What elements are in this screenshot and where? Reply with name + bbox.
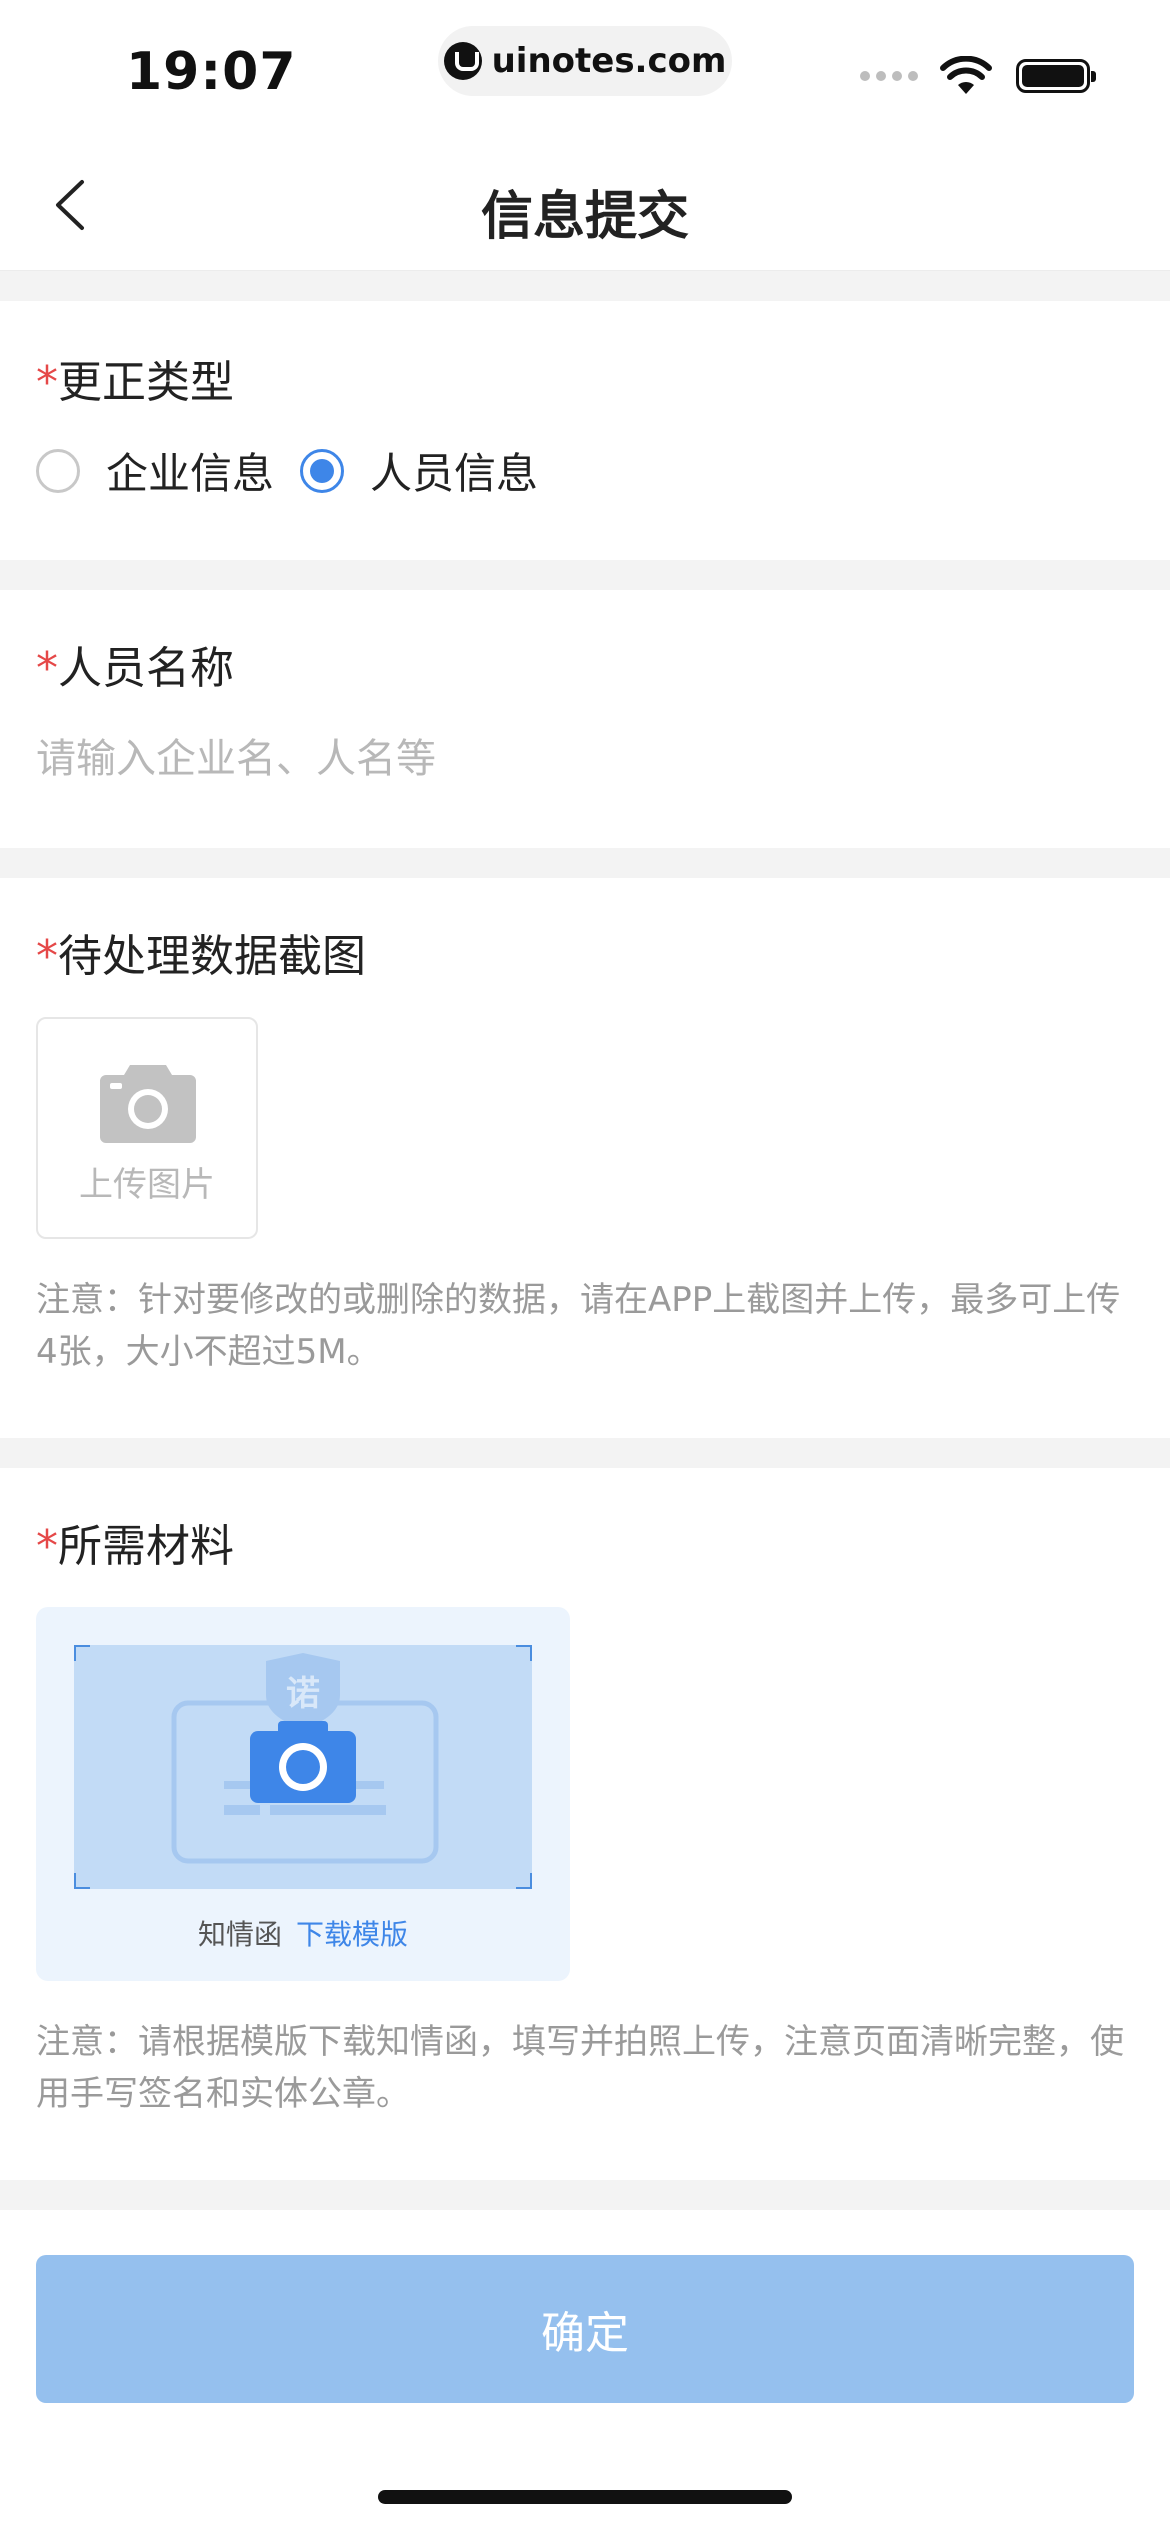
required-mark: *	[36, 931, 58, 982]
battery-icon	[1016, 59, 1096, 93]
correction-type-label: *更正类型	[36, 357, 234, 408]
template-name: 知情函	[197, 1918, 282, 1951]
screenshot-note: 注意：针对要修改的或删除的数据，请在APP上截图并上传，最多可上传4张，大小不超…	[36, 1280, 1121, 1372]
required-mark: *	[36, 357, 58, 408]
screenshot-label: *待处理数据截图	[36, 931, 366, 982]
template-badge-text: 诺	[286, 1674, 320, 1714]
template-upload-card[interactable]: 诺 知情函 下载模版	[36, 1607, 570, 1981]
radio-option-person[interactable]: 人员信息	[300, 440, 538, 501]
site-logo-icon	[443, 42, 482, 80]
radio-option-enterprise[interactable]: 企业信息	[36, 440, 274, 501]
cellular-signal-icon	[860, 71, 918, 81]
template-caption: 知情函 下载模版	[36, 1913, 570, 1953]
materials-note: 注意：请根据模版下载知情函，填写并拍照上传，注意页面清晰完整，使用手写签名和实体…	[36, 2022, 1124, 2114]
radio-label: 人员信息	[370, 449, 539, 498]
status-bar: 19:07 uinotes.com	[0, 0, 1170, 140]
page-title: 信息提交	[480, 187, 689, 247]
camera-icon	[100, 1065, 196, 1143]
status-time: 19:07	[126, 42, 297, 102]
person-name-section	[0, 590, 1170, 848]
correction-type-section	[0, 301, 1170, 560]
section-divider	[0, 271, 1170, 301]
section-divider	[0, 560, 1170, 590]
upload-image-label: 上传图片	[79, 1165, 215, 1205]
url-pill[interactable]: uinotes.com	[438, 26, 732, 96]
person-name-input[interactable]	[36, 726, 1126, 792]
confirm-button[interactable]: 确定	[36, 2255, 1134, 2403]
upload-image-button[interactable]: 上传图片	[36, 1017, 258, 1239]
url-text: uinotes.com	[491, 41, 727, 81]
wifi-icon	[940, 56, 992, 94]
person-name-label: *人员名称	[36, 643, 234, 694]
section-divider	[0, 1438, 1170, 1468]
radio-label: 企业信息	[106, 449, 275, 498]
radio-person[interactable]	[300, 448, 345, 493]
nav-bar: 信息提交	[0, 140, 1170, 271]
status-indicators	[860, 56, 1096, 96]
template-document-illustration: 诺	[74, 1645, 532, 1889]
materials-label: *所需材料	[36, 1521, 234, 1572]
required-mark: *	[36, 643, 58, 694]
radio-enterprise[interactable]	[36, 448, 80, 493]
correction-type-radio-group: 企业信息 人员信息	[36, 440, 564, 501]
section-divider	[0, 848, 1170, 878]
required-mark: *	[36, 1521, 58, 1572]
section-divider	[0, 2180, 1170, 2210]
home-indicator[interactable]	[378, 2490, 792, 2504]
download-template-link[interactable]: 下载模版	[296, 1918, 408, 1951]
